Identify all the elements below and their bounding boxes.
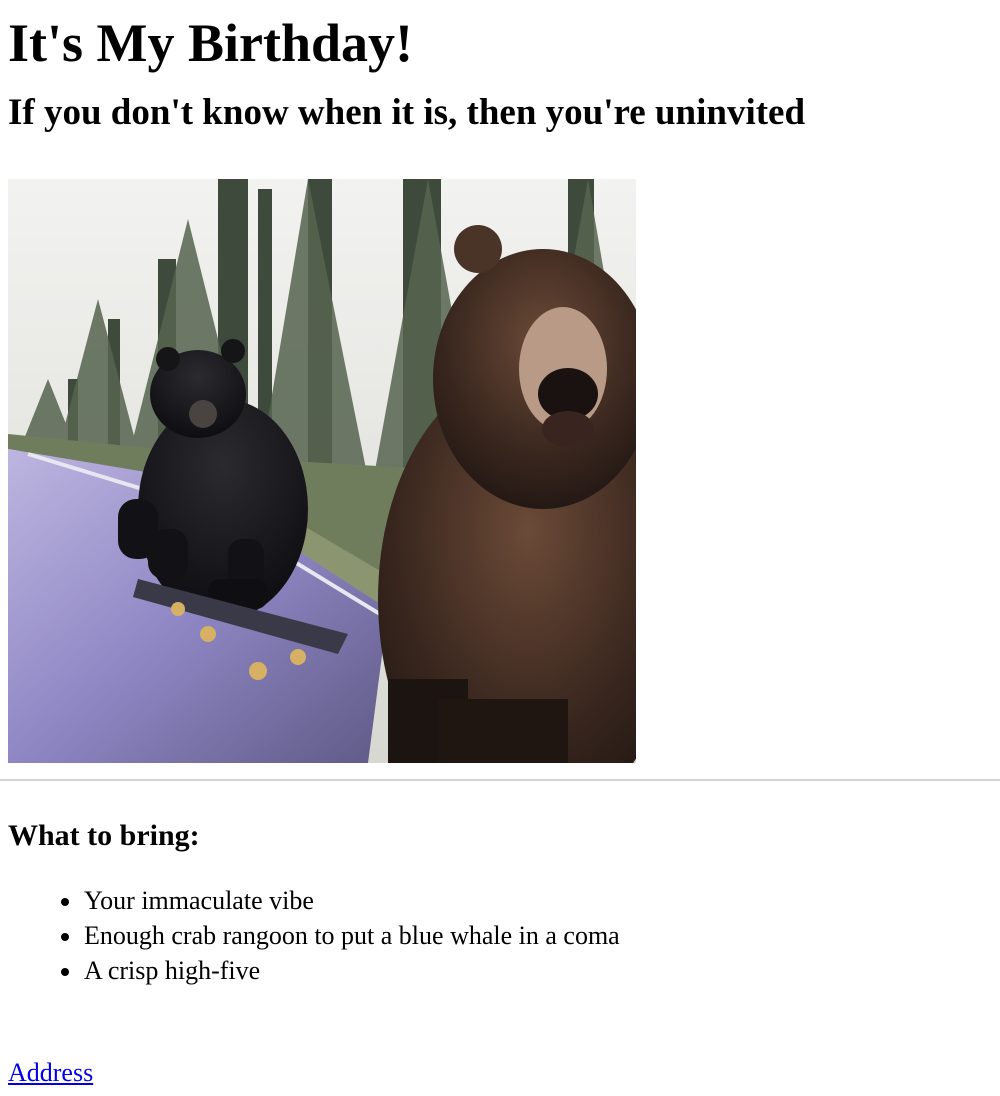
list-item: Enough crab rangoon to put a blue whale … [8,918,992,953]
bring-heading: What to bring: [8,819,200,852]
bring-list: Your immaculate vibe Enough crab rangoon… [8,851,992,988]
page-title: It's My Birthday! [8,13,413,73]
bears-photo [8,179,636,763]
list-item: Your immaculate vibe [8,883,992,918]
address-link[interactable]: Address [8,1058,93,1088]
page-subtitle: If you don't know when it is, then you'r… [8,92,806,133]
page-content: It's My Birthday! If you don't know when… [0,0,1000,988]
bears-skateboarding-image [8,179,636,763]
list-item: A crisp high-five [8,953,992,988]
